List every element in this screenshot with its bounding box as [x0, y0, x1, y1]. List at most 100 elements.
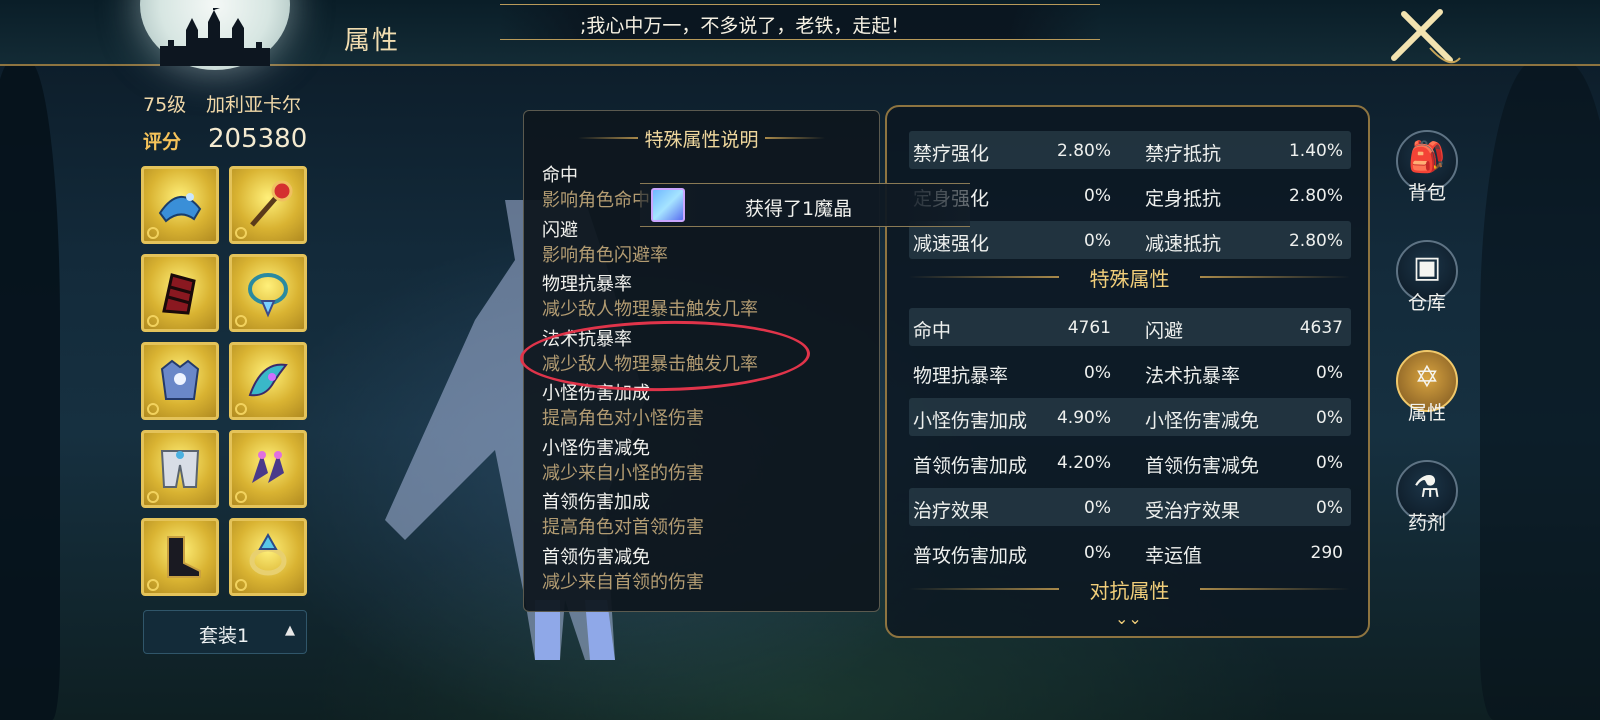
bind-lock-icon — [235, 491, 247, 503]
pants-icon — [160, 450, 200, 488]
equip-slot-gauntlet[interactable] — [141, 254, 219, 332]
background-tree — [1480, 60, 1600, 720]
stat-row: 物理抗暴率 0% 法术抗暴率 0% — [909, 353, 1351, 391]
stat-value: 0% — [1316, 408, 1343, 428]
header-ornament-left — [909, 588, 1059, 590]
stat-value: 1.40% — [1288, 141, 1343, 161]
stat-row: 普攻伤害加成 0% 幸运值 290 — [909, 533, 1351, 571]
equip-slot-bracelet[interactable] — [229, 342, 307, 420]
stat-row: 小怪伤害加成 4.90% 小怪伤害减免 0% — [909, 398, 1351, 436]
side-menu-label: 属性 — [1407, 402, 1446, 424]
earring-icon — [252, 451, 284, 483]
stat-value: 2.80% — [1288, 186, 1343, 206]
section-title: 对抗属性 — [1089, 579, 1170, 603]
stat-row: 定身强化 0% 定身抵抗 2.80% — [909, 176, 1351, 214]
bind-lock-icon — [147, 403, 159, 415]
top-bar: 属性 ;我心中万一，不多说了，老铁，走起！ — [0, 0, 1600, 70]
stat-value: 0% — [1084, 543, 1111, 563]
staff-icon — [250, 180, 293, 227]
equip-slot-ring[interactable] — [229, 518, 307, 596]
stat-value: 4761 — [1067, 318, 1111, 338]
hat-icon — [158, 193, 202, 223]
bind-lock-icon — [235, 315, 247, 327]
attribute-name: 首领伤害减免 — [542, 546, 650, 568]
stat-name: 小怪伤害加成 — [913, 410, 1028, 432]
side-menu-attributes[interactable]: ✡ 属性 — [1392, 350, 1462, 450]
stat-name: 命中 — [913, 320, 952, 342]
gauntlet-icon — [162, 273, 196, 315]
header-ornament-right — [1200, 276, 1350, 278]
stat-name: 治疗效果 — [913, 500, 990, 522]
player-level: 75级 — [143, 94, 187, 116]
equip-slot-armor[interactable] — [141, 342, 219, 420]
bind-lock-icon — [147, 315, 159, 327]
side-menu-warehouse[interactable]: ▣ 仓库 — [1392, 240, 1462, 340]
stat-row: 首领伤害加成 4.20% 首领伤害减免 0% — [909, 443, 1351, 481]
stat-value: 2.80% — [1288, 231, 1343, 251]
equip-slot-staff[interactable] — [229, 166, 307, 244]
hexagram-icon: ✡ — [1414, 360, 1440, 395]
player-name: 加利亚卡尔 — [206, 94, 302, 116]
stat-row: 命中 4761 闪避 4637 — [909, 308, 1351, 346]
necklace-icon — [248, 273, 288, 318]
stat-row: 减速强化 0% 减速抵抗 2.80% — [909, 221, 1351, 259]
equip-slot-hat[interactable] — [141, 166, 219, 244]
stat-value: 0% — [1084, 498, 1111, 518]
attribute-name: 小怪伤害减免 — [542, 437, 650, 459]
stat-name: 幸运值 — [1145, 545, 1203, 567]
stat-value: 0% — [1084, 231, 1111, 251]
stat-name: 禁疗强化 — [913, 143, 990, 165]
magic-crystal-icon — [651, 188, 685, 222]
bind-lock-icon — [235, 227, 247, 239]
broadcast-marquee: ;我心中万一，不多说了，老铁，走起！ — [500, 4, 1100, 40]
equip-slot-earring[interactable] — [229, 430, 307, 508]
equip-slot-pants[interactable] — [141, 430, 219, 508]
chest-icon: ▣ — [1412, 250, 1442, 285]
header-ornament-left — [909, 276, 1059, 278]
suit-select-button[interactable]: 套装1 ▲ — [143, 610, 307, 654]
stat-value: 2.80% — [1056, 141, 1111, 161]
equip-slot-necklace[interactable] — [229, 254, 307, 332]
attribute-description: 减少敌人物理暴击触发几率 — [542, 299, 758, 320]
attribute-name: 首领伤害加成 — [542, 492, 650, 513]
attribute-description: 减少来自小怪的伤害 — [542, 462, 704, 484]
ring-icon — [249, 532, 287, 576]
stat-value: 0% — [1316, 363, 1343, 383]
stat-name: 物理抗暴率 — [913, 365, 1009, 387]
side-menu-backpack[interactable]: 🎒 背包 — [1392, 130, 1462, 230]
description-item: 物理抗暴率 减少敌人物理暴击触发几率 — [542, 272, 758, 327]
attribute-name: 物理抗暴率 — [542, 274, 632, 295]
stat-name: 减速强化 — [913, 233, 990, 255]
stat-name: 禁疗抵抗 — [1145, 143, 1222, 165]
side-menu-label: 仓库 — [1407, 292, 1446, 314]
stat-value: 4.20% — [1056, 453, 1111, 473]
broadcast-text: ;我心中万一，不多说了，老铁，走起！ — [580, 15, 910, 37]
side-menu-label: 药剂 — [1407, 512, 1446, 534]
scroll-down-chevron-icon[interactable]: ⌄⌄ — [1115, 609, 1142, 628]
stat-value: 0% — [1084, 363, 1111, 383]
castle-emblem-icon — [160, 8, 270, 66]
side-menu-potion[interactable]: ⚗ 药剂 — [1392, 460, 1462, 560]
close-crossed-swords-icon[interactable] — [1390, 8, 1462, 66]
resist-attributes-header: 对抗属性 — [887, 573, 1372, 603]
description-item: 小怪伤害减免 减少来自小怪的伤害 — [542, 436, 758, 491]
equip-slot-boots[interactable] — [141, 518, 219, 596]
stat-name: 小怪伤害减免 — [1145, 410, 1260, 432]
attribute-description: 提高角色对小怪伤害 — [542, 408, 704, 429]
score-value: 205380 — [208, 124, 308, 154]
stat-name: 受治疗效果 — [1145, 500, 1241, 522]
stat-value: 4.90% — [1056, 408, 1111, 428]
description-item: 首领伤害减免 减少来自首领的伤害 — [542, 545, 758, 600]
description-item: 首领伤害加成 提高角色对首领伤害 — [542, 490, 758, 545]
stat-name: 首领伤害加成 — [913, 455, 1028, 477]
section-title: 特殊属性 — [1089, 267, 1170, 291]
stat-row: 禁疗强化 2.80% 禁疗抵抗 1.40% — [909, 131, 1351, 169]
bind-lock-icon — [147, 227, 159, 239]
stat-name: 法术抗暴率 — [1145, 365, 1241, 387]
bracelet-icon — [248, 363, 288, 397]
stat-name: 闪避 — [1145, 320, 1184, 342]
stat-value: 290 — [1310, 543, 1343, 563]
backpack-icon: 🎒 — [1408, 140, 1446, 175]
potion-icon: ⚗ — [1413, 470, 1441, 505]
background-tree — [0, 60, 60, 720]
